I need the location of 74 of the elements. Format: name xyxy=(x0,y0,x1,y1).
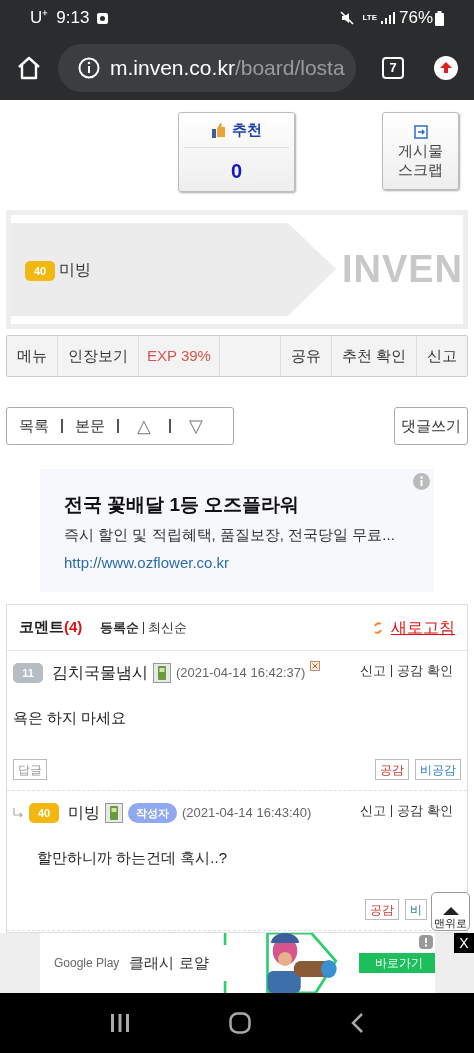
comment-action-link[interactable]: 공감 확인 xyxy=(397,801,453,821)
reply-arrow-icon xyxy=(13,807,24,819)
scroll-to-top-button[interactable]: 맨위로 xyxy=(431,892,470,931)
delete-icon[interactable] xyxy=(310,661,321,671)
store-text: Google Play xyxy=(54,955,120,972)
upload-icon[interactable] xyxy=(434,56,458,80)
recommend-count: 0 xyxy=(230,159,243,184)
comment-action-link[interactable]: 신고 xyxy=(360,661,387,681)
ad-title: 전국 꽃배달 1등 오즈플라워 xyxy=(64,493,301,517)
phone-icon xyxy=(105,803,123,823)
refresh-link[interactable]: 새로고침 xyxy=(391,615,455,640)
home-icon[interactable] xyxy=(16,56,42,80)
thumbs-up-icon xyxy=(211,122,226,138)
dislike-button[interactable]: 비공감 xyxy=(415,759,461,780)
caret-icon xyxy=(442,907,459,915)
ad-alert-icon[interactable] xyxy=(419,935,433,949)
ad-close-button[interactable]: X xyxy=(454,933,474,953)
level-badge: 40 xyxy=(25,261,55,281)
address-bar[interactable]: m.inven.co.kr/board/losta xyxy=(58,44,356,92)
comments-title: 코멘트(4) xyxy=(19,617,83,638)
level-badge: 11 xyxy=(13,663,43,683)
like-button[interactable]: 공감 xyxy=(375,759,409,780)
notification-icon xyxy=(97,12,109,24)
nav-link[interactable]: 목록 xyxy=(19,414,49,438)
scrap-button[interactable]: 게시물 스크랩 xyxy=(382,112,459,190)
nav-link[interactable]: ▽ xyxy=(183,412,209,440)
comment-action-link[interactable]: 공감 확인 xyxy=(397,661,453,681)
game-title: 클래시 로얄 xyxy=(129,952,209,973)
write-comment-button[interactable]: 댓글쓰기 xyxy=(394,407,468,445)
comment-author: 김치국물냄시 xyxy=(52,663,148,683)
clock-text: 9:13 xyxy=(56,7,90,30)
comment-body: 할만하니까 하는건데 혹시..? xyxy=(36,848,228,868)
ad-link[interactable]: http://www.ozflower.co.kr xyxy=(64,552,434,575)
level-badge: 40 xyxy=(29,803,59,823)
menu-button[interactable]: 인장보기 xyxy=(58,336,139,376)
recommend-label: 추천 xyxy=(231,119,262,140)
scrap-icon xyxy=(413,125,428,139)
like-button[interactable]: 공감 xyxy=(365,899,399,920)
author-badge: 작성자 xyxy=(128,802,177,824)
sort-link[interactable]: 등록순 xyxy=(100,617,140,638)
comment-date: (2021-04-14 16:43:40) xyxy=(182,804,312,823)
sort-link[interactable]: 최신순 xyxy=(148,617,188,638)
back-icon[interactable] xyxy=(350,1012,365,1034)
home-button-icon[interactable] xyxy=(229,1012,251,1034)
profile-name: 미빙 xyxy=(59,259,91,280)
comment-author: 미빙 xyxy=(68,803,100,823)
comment-body: 욕은 하지 마세요 xyxy=(13,708,128,728)
info-icon[interactable] xyxy=(78,57,100,79)
dislike-button[interactable]: 비 xyxy=(405,899,427,920)
menu-button[interactable]: 추천 확인 xyxy=(331,336,417,376)
carrier-text: U⁺ xyxy=(30,7,49,30)
ad-description: 즉시 할인 및 적립혜택, 품질보장, 전국당일 무료... xyxy=(64,524,396,545)
mute-icon xyxy=(340,11,355,25)
network-text: LTE xyxy=(362,12,377,24)
nav-link[interactable]: 본문 xyxy=(75,414,105,438)
recommend-button[interactable]: 추천 0 xyxy=(178,112,295,192)
nav-link[interactable]: △ xyxy=(131,412,157,440)
comment-date: (2021-04-14 16:42:37) xyxy=(176,664,306,683)
exp-text: EXP 39% xyxy=(139,336,220,376)
recent-apps-icon[interactable] xyxy=(109,1013,130,1033)
phone-icon xyxy=(153,663,171,683)
battery-icon xyxy=(435,10,444,26)
comment-action-link[interactable]: 신고 xyxy=(360,801,387,821)
signal-icon xyxy=(380,12,395,24)
menu-button[interactable]: 공유 xyxy=(280,336,332,376)
tab-count-button[interactable]: 7 xyxy=(382,57,404,79)
url-text: m.inven.co.kr/board/losta xyxy=(110,55,345,82)
refresh-icon xyxy=(373,620,383,635)
menu-button[interactable]: 메뉴 xyxy=(7,336,58,376)
bottom-ad-banner[interactable]: Google Play 클래시 로얄 바로가기 xyxy=(40,933,435,993)
scrap-label: 게시물 스크랩 xyxy=(397,141,444,179)
menu-button[interactable]: 신고 xyxy=(417,336,467,376)
battery-text: 76% xyxy=(398,7,433,30)
ad-card[interactable]: 전국 꽃배달 1등 오즈플라워 즉시 할인 및 적립혜택, 품질보장, 전국당일 무료... http://www.ozflower.co.kr xyxy=(40,469,434,592)
